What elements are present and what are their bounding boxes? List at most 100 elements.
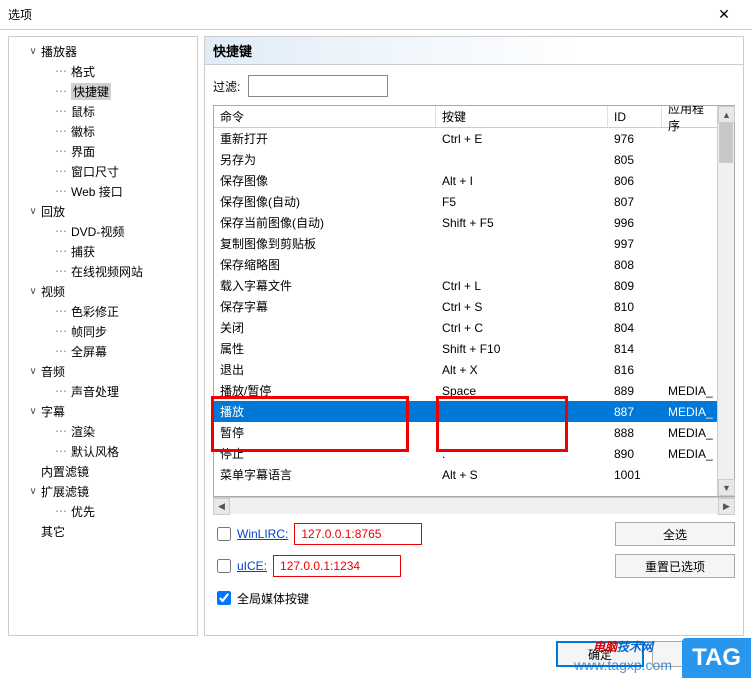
tree-connector-icon: ⋯ (55, 384, 67, 398)
table-row[interactable]: 退出Alt + X816 (214, 359, 717, 380)
table-body[interactable]: 重新打开Ctrl + E976另存为805保存图像Alt + I806保存图像(… (214, 128, 717, 496)
tree-item[interactable]: ⋯帧同步 (9, 321, 197, 341)
tree-item[interactable]: ⋯色彩修正 (9, 301, 197, 321)
tree-item-label: 徽标 (71, 123, 95, 140)
tree-item[interactable]: ∨播放器 (9, 41, 197, 61)
cell-app: MEDIA_ (662, 426, 717, 440)
table-row[interactable]: 保存当前图像(自动)Shift + F5996 (214, 212, 717, 233)
cell-cmd: 暂停 (214, 424, 436, 441)
tree-item-label: 全屏幕 (71, 343, 107, 360)
table-row[interactable]: 重新打开Ctrl + E976 (214, 128, 717, 149)
tree-item-label: 界面 (71, 143, 95, 160)
table-row[interactable]: 暂停 888MEDIA_ (214, 422, 717, 443)
table-row[interactable]: 播放/暂停Space889MEDIA_ (214, 380, 717, 401)
tree-item[interactable]: ⋯窗口尺寸 (9, 161, 197, 181)
cell-id: 814 (608, 342, 662, 356)
col-command[interactable]: 命令 (214, 106, 436, 127)
tree-item[interactable]: ⋯优先 (9, 501, 197, 521)
chevron-down-icon[interactable]: ∨ (27, 286, 39, 297)
chevron-down-icon[interactable]: ∨ (27, 406, 39, 417)
table-row[interactable]: 保存字幕Ctrl + S810 (214, 296, 717, 317)
tree-item[interactable]: ⋯格式 (9, 61, 197, 81)
reset-selected-button[interactable]: 重置已选项 (615, 554, 735, 578)
table-row[interactable]: 关闭Ctrl + C804 (214, 317, 717, 338)
tree-item[interactable]: ⋯DVD-视频 (9, 221, 197, 241)
cell-id: 808 (608, 258, 662, 272)
winlirc-input[interactable] (294, 523, 422, 545)
cell-cmd: 保存字幕 (214, 298, 436, 315)
cell-app: MEDIA_ (662, 405, 717, 419)
global-media-checkbox[interactable] (217, 591, 231, 605)
tree-item[interactable]: ⋯界面 (9, 141, 197, 161)
uice-link[interactable]: uICE: (237, 559, 267, 573)
scroll-thumb[interactable] (719, 123, 733, 163)
cell-cmd: 重新打开 (214, 130, 436, 147)
cell-id: 1001 (608, 468, 662, 482)
filter-label: 过滤: (213, 78, 240, 95)
tree-connector-icon: ⋯ (55, 244, 67, 258)
chevron-down-icon[interactable]: ∨ (27, 46, 39, 57)
table-row[interactable]: 播放887MEDIA_ (214, 401, 717, 422)
col-id[interactable]: ID (608, 106, 662, 127)
scroll-right-icon[interactable]: ▶ (718, 498, 735, 515)
tree-item[interactable]: ∨回放 (9, 201, 197, 221)
vertical-scrollbar[interactable]: ▲ ▼ (717, 106, 734, 496)
winlirc-checkbox[interactable] (217, 527, 231, 541)
tree-item[interactable]: ∨扩展滤镜 (9, 481, 197, 501)
table-row[interactable]: 复制图像到剪贴板997 (214, 233, 717, 254)
tree-item[interactable]: 内置滤镜 (9, 461, 197, 481)
table-row[interactable]: 保存图像Alt + I806 (214, 170, 717, 191)
scroll-down-icon[interactable]: ▼ (718, 479, 735, 496)
tree-item-label: 色彩修正 (71, 303, 119, 320)
cell-cmd: 停止 (214, 445, 436, 462)
table-row[interactable]: 保存缩略图808 (214, 254, 717, 275)
col-key[interactable]: 按键 (436, 106, 608, 127)
ok-button[interactable]: 确定 (556, 641, 644, 667)
tree-item[interactable]: ⋯全屏幕 (9, 341, 197, 361)
titlebar: 选项 ✕ (0, 0, 752, 30)
cell-id: 890 (608, 447, 662, 461)
tree-item[interactable]: ∨音频 (9, 361, 197, 381)
tree-item[interactable]: ⋯在线视频网站 (9, 261, 197, 281)
chevron-down-icon[interactable]: ∨ (27, 486, 39, 497)
tree-item[interactable]: ∨视频 (9, 281, 197, 301)
select-all-button[interactable]: 全选 (615, 522, 735, 546)
tree-item[interactable]: ⋯徽标 (9, 121, 197, 141)
tree-item[interactable]: ⋯Web 接口 (9, 181, 197, 201)
chevron-down-icon[interactable]: ∨ (27, 206, 39, 217)
chevron-down-icon[interactable]: ∨ (27, 366, 39, 377)
tree-item[interactable]: ⋯渲染 (9, 421, 197, 441)
table-row[interactable]: 保存图像(自动)F5807 (214, 191, 717, 212)
shortcut-table: 命令 按键 ID 应用程序 重新打开Ctrl + E976另存为805保存图像A… (213, 105, 735, 497)
table-row[interactable]: 停止.890MEDIA_ (214, 443, 717, 464)
cell-id: 888 (608, 426, 662, 440)
sidebar-tree[interactable]: ∨播放器⋯格式⋯快捷键⋯鼠标⋯徽标⋯界面⋯窗口尺寸⋯Web 接口∨回放⋯DVD-… (8, 36, 198, 636)
cell-cmd: 复制图像到剪贴板 (214, 235, 436, 252)
filter-input[interactable] (248, 75, 388, 97)
uice-input[interactable] (273, 555, 401, 577)
horizontal-scrollbar[interactable]: ◀ ▶ (213, 497, 735, 514)
tree-item[interactable]: 其它 (9, 521, 197, 541)
tree-item[interactable]: ⋯鼠标 (9, 101, 197, 121)
winlirc-link[interactable]: WinLIRC: (237, 527, 288, 541)
tree-item-label: 播放器 (41, 43, 77, 60)
cell-key: Alt + X (436, 363, 608, 377)
scroll-up-icon[interactable]: ▲ (718, 106, 735, 123)
tree-item[interactable]: ⋯快捷键 (9, 81, 197, 101)
col-app[interactable]: 应用程序 (662, 106, 717, 127)
tree-item-label: 视频 (41, 283, 65, 300)
table-row[interactable]: 载入字幕文件Ctrl + L809 (214, 275, 717, 296)
table-row[interactable]: 菜单字幕语言Alt + S1001 (214, 464, 717, 485)
table-row[interactable]: 另存为805 (214, 149, 717, 170)
tree-item[interactable]: ⋯声音处理 (9, 381, 197, 401)
tree-item[interactable]: ∨字幕 (9, 401, 197, 421)
tree-item[interactable]: ⋯默认风格 (9, 441, 197, 461)
scroll-left-icon[interactable]: ◀ (213, 498, 230, 515)
cell-id: 887 (608, 405, 662, 419)
close-icon[interactable]: ✕ (704, 6, 744, 23)
cell-cmd: 保存图像(自动) (214, 193, 436, 210)
content-panel: 快捷键 过滤: 命令 按键 ID 应用程序 重新打开Ctrl + E976另存为… (204, 36, 744, 636)
table-row[interactable]: 属性Shift + F10814 (214, 338, 717, 359)
tree-item[interactable]: ⋯捕获 (9, 241, 197, 261)
uice-checkbox[interactable] (217, 559, 231, 573)
